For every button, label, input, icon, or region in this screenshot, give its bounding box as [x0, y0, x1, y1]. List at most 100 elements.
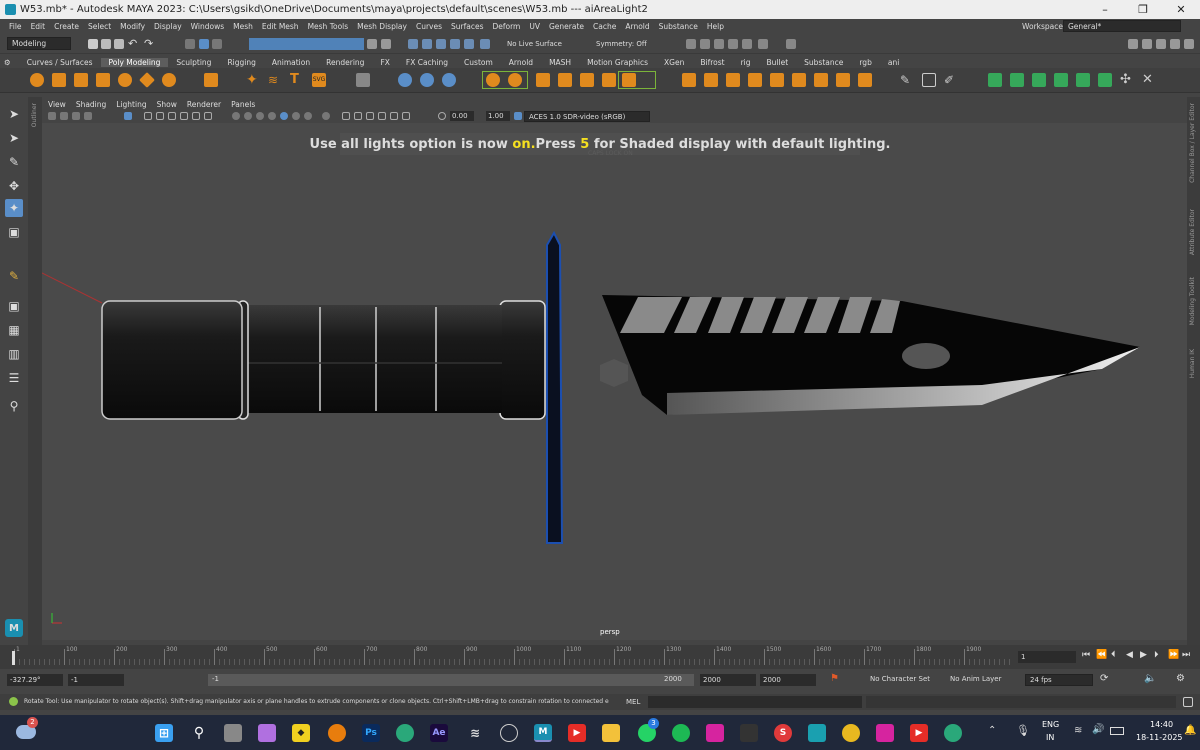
snap-live-icon[interactable] [464, 39, 474, 49]
shelf-tab-arnold[interactable]: Arnold [501, 58, 541, 67]
shadows-icon[interactable] [204, 112, 212, 120]
wedge-icon[interactable] [770, 73, 784, 87]
delete-history-icon[interactable]: ✕ [1142, 73, 1156, 87]
chrome-icon[interactable] [842, 724, 860, 742]
freeze-transform-icon[interactable]: ✣ [1120, 73, 1134, 87]
smooth-shade-icon[interactable] [156, 112, 164, 120]
history-icon[interactable] [381, 39, 391, 49]
close-button[interactable]: ✕ [1162, 0, 1200, 19]
shelf-tab-custom[interactable]: Custom [456, 58, 501, 67]
language-bottom[interactable]: IN [1046, 733, 1054, 742]
modeling-toolkit-tab[interactable]: Modeling Toolkit [1189, 277, 1196, 325]
safe-action-icon[interactable] [390, 112, 398, 120]
snap-rotate-icon[interactable] [480, 39, 490, 49]
color-management-icon[interactable] [514, 112, 522, 120]
select-camera-icon[interactable] [48, 112, 56, 120]
depth-of-field-icon[interactable] [322, 112, 330, 120]
range-slider-track[interactable] [208, 674, 694, 686]
coord-field[interactable]: -327.29° [7, 674, 63, 686]
select-component-icon[interactable] [212, 39, 222, 49]
edge-icon[interactable] [396, 724, 414, 742]
maya-taskbar-icon[interactable]: M [534, 724, 552, 742]
channel-box-icon[interactable] [1142, 39, 1152, 49]
play-forward-icon[interactable]: ▶ [1140, 650, 1147, 660]
poly-torus-icon[interactable] [118, 73, 132, 87]
panel-menu-view[interactable]: View [48, 100, 66, 109]
shelf-gear-icon[interactable]: ⚙ [0, 58, 19, 67]
app-yellow-icon[interactable]: ◆ [292, 724, 310, 742]
snap-point-icon[interactable] [422, 39, 432, 49]
circularize-icon[interactable] [814, 73, 828, 87]
render-settings-icon[interactable] [728, 39, 738, 49]
super-shape-icon[interactable]: ✦ [246, 73, 260, 87]
battery-icon[interactable] [1110, 727, 1124, 735]
boolean-union-icon[interactable] [486, 73, 500, 87]
single-view-icon[interactable]: ▣ [5, 297, 23, 315]
audio-icon[interactable]: 🔈 [1144, 673, 1156, 684]
tool-settings-icon[interactable] [1170, 39, 1180, 49]
range-slider-end[interactable]: 2000 [664, 675, 682, 683]
open-scene-icon[interactable] [101, 39, 111, 49]
extrude-icon[interactable] [682, 73, 696, 87]
gate-mask-icon[interactable] [366, 112, 374, 120]
panel-menu-lighting[interactable]: Lighting [116, 100, 146, 109]
sweep-mesh-icon[interactable]: ≋ [268, 73, 282, 87]
poly-plane-icon[interactable] [139, 72, 155, 88]
menu-generate[interactable]: Generate [549, 22, 584, 31]
paint-select-icon[interactable]: ✎ [5, 153, 23, 171]
fps-select[interactable]: 24 fps [1025, 674, 1093, 686]
chamfer-icon[interactable] [792, 73, 806, 87]
outliner-layout-icon[interactable]: ☰ [5, 369, 23, 387]
menu-arnold[interactable]: Arnold [625, 22, 649, 31]
snap-view-icon[interactable] [436, 39, 446, 49]
shelf-tab-substance[interactable]: Substance [796, 58, 851, 67]
poly-cone-icon[interactable] [96, 73, 110, 87]
redo-icon[interactable]: ↷ [144, 37, 153, 50]
clock-time[interactable]: 14:40 [1150, 720, 1173, 729]
edge-2-icon[interactable] [944, 724, 962, 742]
screen-space-ao-icon[interactable] [280, 112, 288, 120]
shelf-tab-sculpting[interactable]: Sculpting [168, 58, 219, 67]
select-object-icon[interactable] [199, 39, 209, 49]
type-text-icon[interactable]: T [290, 73, 304, 87]
edge-loop-icon[interactable] [922, 73, 936, 87]
loop-icon[interactable]: ⟳ [1100, 673, 1108, 684]
resolution-gate-icon[interactable] [354, 112, 362, 120]
youtube-icon[interactable]: ▶ [568, 724, 586, 742]
range-start-field[interactable]: -1 [68, 674, 124, 686]
menu-windows[interactable]: Windows [191, 22, 224, 31]
face-normals-icon[interactable] [988, 73, 1002, 87]
menu-surfaces[interactable]: Surfaces [451, 22, 483, 31]
notification-icon[interactable]: 🔔 [1184, 725, 1196, 736]
uv-editor-icon[interactable] [356, 73, 370, 87]
app-teal-icon[interactable] [808, 724, 826, 742]
anim-layer-select[interactable]: No Anim Layer [950, 675, 1001, 683]
range-end-field[interactable]: 2000 [700, 674, 756, 686]
menu-edit-mesh[interactable]: Edit Mesh [262, 22, 299, 31]
zoom-icon[interactable]: ⚲ [5, 397, 23, 415]
collapse-icon[interactable] [836, 73, 850, 87]
gamma-field[interactable]: 1.00 [486, 111, 510, 121]
poly-cylinder-icon[interactable] [74, 73, 88, 87]
live-surface-label[interactable]: No Live Surface [507, 40, 562, 48]
panel-menu-renderer[interactable]: Renderer [187, 100, 221, 109]
shelf-tab-ani[interactable]: ani [880, 58, 907, 67]
platonic-solid-icon[interactable] [204, 73, 218, 87]
outliner-tab[interactable]: Outliner [28, 97, 42, 645]
channel-box-tab[interactable]: Channel Box / Layer Editor [1189, 103, 1196, 183]
auto-key-icon[interactable]: ⚑ [830, 673, 839, 684]
exposure-field[interactable]: 0.00 [450, 111, 474, 121]
maya-m-icon[interactable]: M [5, 619, 23, 637]
menu-deform[interactable]: Deform [492, 22, 520, 31]
clock-date[interactable]: 18-11-2025 [1136, 733, 1183, 742]
menu-modify[interactable]: Modify [120, 22, 145, 31]
snap-curve-icon[interactable] [408, 39, 418, 49]
menu-display[interactable]: Display [154, 22, 182, 31]
append-polygon-icon[interactable] [726, 73, 740, 87]
script-editor-icon[interactable] [1183, 697, 1193, 707]
reduce-icon[interactable] [602, 73, 616, 87]
motion-blur-icon[interactable] [292, 112, 300, 120]
shelf-tab-rgb[interactable]: rgb [851, 58, 879, 67]
new-scene-icon[interactable] [88, 39, 98, 49]
render-view-icon[interactable] [700, 39, 710, 49]
